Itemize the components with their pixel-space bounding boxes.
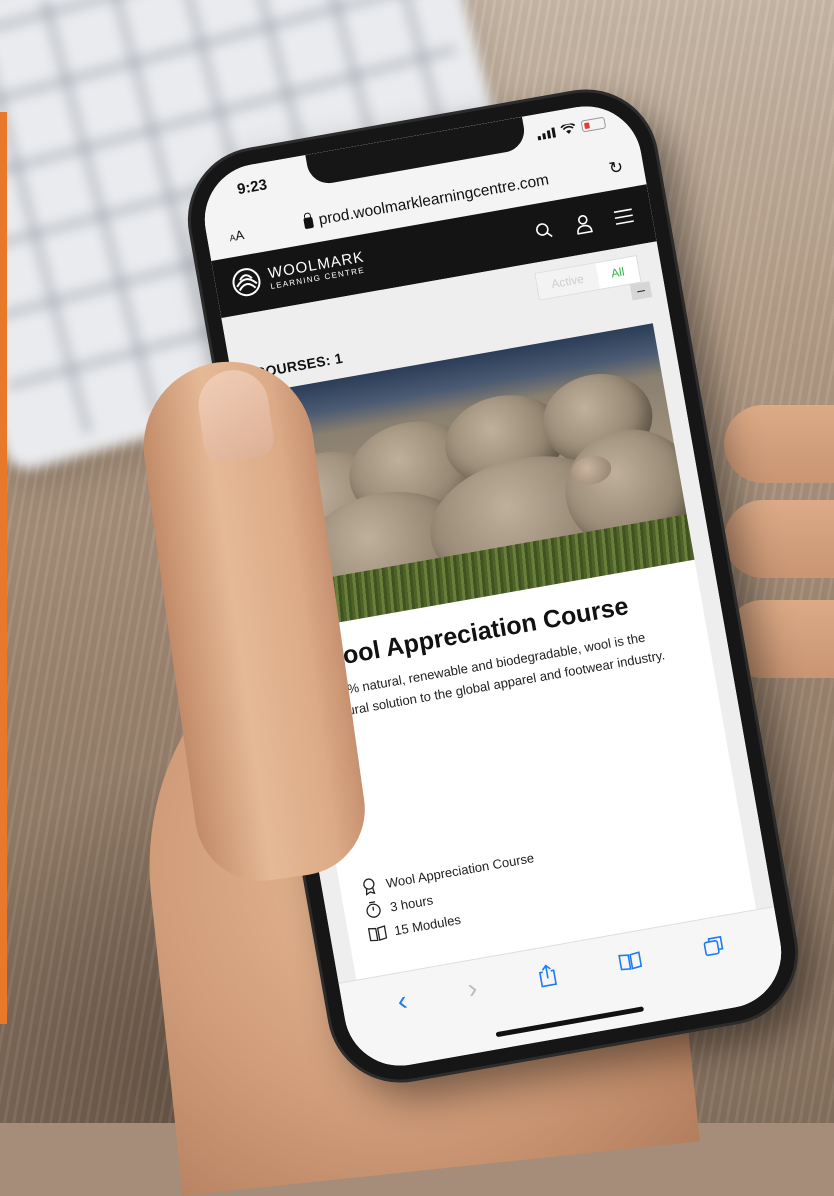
course-filter-toggle: Active All [534,255,642,301]
meta-modules-label: 15 Modules [392,911,462,938]
hamburger-menu-icon[interactable] [613,207,635,226]
lock-icon [303,216,314,229]
finger [724,405,834,483]
award-ribbon-icon [363,878,376,896]
logo-text: WOOLMARK LEARNING CENTRE [267,248,367,290]
bookmarks-icon[interactable] [617,949,644,973]
home-indicator [495,1006,645,1038]
brand-accent-bar [0,112,7,1024]
stopwatch-icon [366,901,381,918]
woolmark-logo[interactable]: WOOLMARK LEARNING CENTRE [229,247,367,300]
meta-duration-label: 3 hours [388,891,435,915]
filter-active-button[interactable]: Active [535,263,600,300]
tabs-icon[interactable] [701,933,726,958]
forward-chevron-icon[interactable]: › [465,972,480,1005]
collapse-button[interactable]: – [629,281,653,301]
status-time: 9:23 [235,176,269,199]
user-icon[interactable] [573,212,594,235]
wifi-icon [560,122,576,134]
finger [724,500,834,578]
course-meta: Wool Appreciation Course 3 hours 15 Modu… [358,842,544,943]
share-icon[interactable] [536,962,560,989]
back-chevron-icon[interactable]: ‹ [395,984,410,1017]
header-actions [533,205,635,242]
status-icons [536,116,607,141]
open-book-icon [367,925,388,942]
reload-icon[interactable]: ↻ [607,157,625,179]
battery-low-icon [580,116,607,133]
woolmark-logo-icon [232,268,261,297]
search-icon[interactable] [534,220,555,241]
signal-icon [536,126,556,140]
